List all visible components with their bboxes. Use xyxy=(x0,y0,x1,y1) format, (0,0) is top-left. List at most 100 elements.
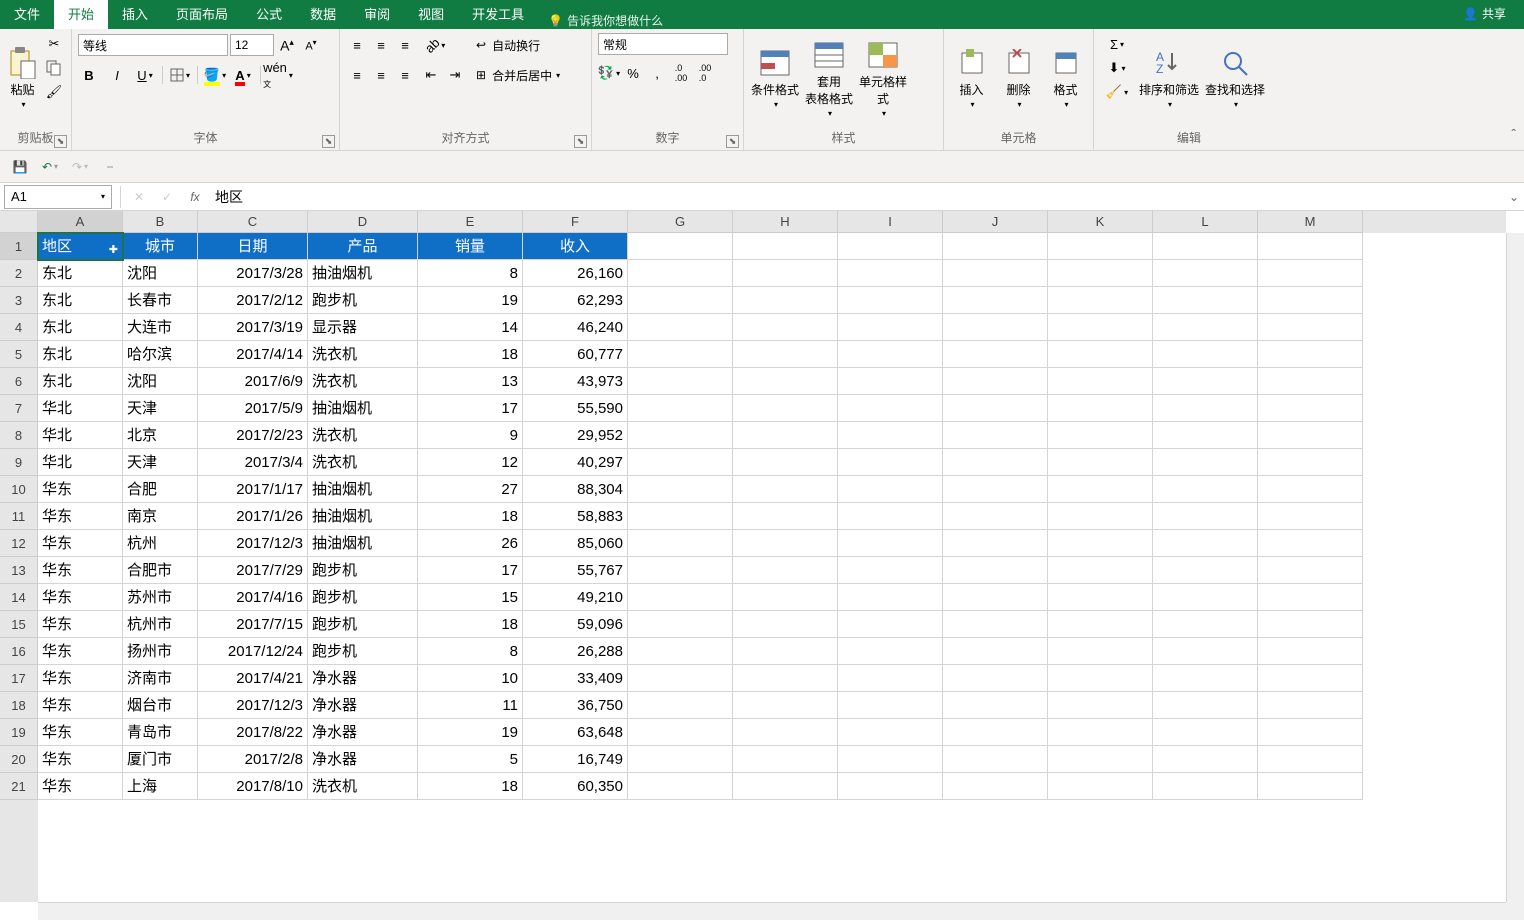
tab-developer[interactable]: 开发工具 xyxy=(458,0,538,29)
cell[interactable]: 华东 xyxy=(38,476,123,503)
cell[interactable] xyxy=(628,422,733,449)
cell[interactable] xyxy=(1153,422,1258,449)
cell[interactable] xyxy=(628,395,733,422)
align-middle-button[interactable]: ≡ xyxy=(370,34,392,56)
cell[interactable] xyxy=(943,503,1048,530)
cell[interactable]: 27 xyxy=(418,476,523,503)
cell[interactable]: 大连市 xyxy=(123,314,198,341)
cell[interactable] xyxy=(838,530,943,557)
cell[interactable] xyxy=(1258,368,1363,395)
cell[interactable]: 东北 xyxy=(38,341,123,368)
cell[interactable]: 天津 xyxy=(123,449,198,476)
cell[interactable] xyxy=(733,503,838,530)
cell[interactable] xyxy=(943,260,1048,287)
cell[interactable] xyxy=(1048,233,1153,260)
cell[interactable] xyxy=(943,287,1048,314)
cell[interactable] xyxy=(1048,368,1153,395)
cell[interactable] xyxy=(838,260,943,287)
cell[interactable]: 19 xyxy=(418,287,523,314)
row-header[interactable]: 8 xyxy=(0,422,38,449)
cell[interactable]: 2017/6/9 xyxy=(198,368,308,395)
cell[interactable] xyxy=(733,368,838,395)
cell[interactable] xyxy=(628,341,733,368)
cell[interactable] xyxy=(628,287,733,314)
tab-file[interactable]: 文件 xyxy=(0,0,54,29)
align-right-button[interactable]: ≡ xyxy=(394,64,416,86)
cell[interactable]: 2017/12/3 xyxy=(198,692,308,719)
cell[interactable]: 净水器 xyxy=(308,692,418,719)
increase-indent-button[interactable]: ⇥ xyxy=(444,64,466,86)
row-header[interactable]: 6 xyxy=(0,368,38,395)
align-center-button[interactable]: ≡ xyxy=(370,64,392,86)
cell[interactable] xyxy=(943,422,1048,449)
merge-center-button[interactable]: ⊞ 合并后居中 ▾ xyxy=(476,63,560,87)
phonetic-button[interactable]: wén文▾ xyxy=(267,64,289,86)
cut-button[interactable]: ✂ xyxy=(43,33,65,55)
cell[interactable] xyxy=(943,692,1048,719)
cell[interactable]: 2017/4/21 xyxy=(198,665,308,692)
cell[interactable] xyxy=(733,584,838,611)
cell[interactable]: 13 xyxy=(418,368,523,395)
clear-button[interactable]: 🧹▾ xyxy=(1100,81,1134,103)
cell[interactable]: 58,883 xyxy=(523,503,628,530)
tab-review[interactable]: 审阅 xyxy=(350,0,404,29)
cell[interactable]: 2017/12/3 xyxy=(198,530,308,557)
cell[interactable]: 杭州 xyxy=(123,530,198,557)
cell[interactable]: 扬州市 xyxy=(123,638,198,665)
cell[interactable]: 8 xyxy=(418,638,523,665)
cell[interactable]: 抽油烟机 xyxy=(308,476,418,503)
cell[interactable] xyxy=(1153,611,1258,638)
cell[interactable]: 城市 xyxy=(123,233,198,260)
cell[interactable] xyxy=(1153,746,1258,773)
cell[interactable] xyxy=(943,395,1048,422)
name-box[interactable]: A1 ▾ xyxy=(4,185,112,209)
column-header[interactable]: J xyxy=(943,211,1048,233)
cell[interactable]: 销量 xyxy=(418,233,523,260)
sort-filter-button[interactable]: AZ 排序和筛选▾ xyxy=(1138,33,1200,123)
cell[interactable] xyxy=(1258,314,1363,341)
increase-decimal-button[interactable]: .0.00 xyxy=(670,62,692,84)
save-button[interactable]: 💾 xyxy=(8,155,32,179)
cell[interactable] xyxy=(838,692,943,719)
cell[interactable]: 2017/7/15 xyxy=(198,611,308,638)
cell[interactable] xyxy=(1258,557,1363,584)
cell[interactable]: 15 xyxy=(418,584,523,611)
cell[interactable] xyxy=(1153,584,1258,611)
cell[interactable]: 40,297 xyxy=(523,449,628,476)
cell[interactable] xyxy=(628,233,733,260)
cell[interactable]: 2017/2/12 xyxy=(198,287,308,314)
clipboard-launcher[interactable]: ⬊ xyxy=(54,135,67,148)
cell[interactable]: 抽油烟机 xyxy=(308,503,418,530)
cell[interactable]: 华东 xyxy=(38,719,123,746)
cell[interactable]: 2017/1/26 xyxy=(198,503,308,530)
cell[interactable]: 2017/12/24 xyxy=(198,638,308,665)
cell[interactable]: 43,973 xyxy=(523,368,628,395)
cell[interactable]: 2017/5/9 xyxy=(198,395,308,422)
cell[interactable] xyxy=(943,557,1048,584)
increase-font-button[interactable]: A▴ xyxy=(276,34,298,56)
cell[interactable]: 2017/8/10 xyxy=(198,773,308,800)
cell[interactable]: 华东 xyxy=(38,746,123,773)
cell[interactable]: 东北 xyxy=(38,260,123,287)
cell[interactable] xyxy=(628,665,733,692)
undo-button[interactable]: ↶▾ xyxy=(38,155,62,179)
cell[interactable]: 跑步机 xyxy=(308,557,418,584)
cell[interactable]: 16,749 xyxy=(523,746,628,773)
cell[interactable]: 合肥市 xyxy=(123,557,198,584)
cell[interactable] xyxy=(733,638,838,665)
cell[interactable]: 东北 xyxy=(38,368,123,395)
find-select-button[interactable]: 查找和选择▾ xyxy=(1204,33,1266,123)
cell[interactable]: 55,767 xyxy=(523,557,628,584)
number-format-select[interactable] xyxy=(598,33,728,55)
tab-data[interactable]: 数据 xyxy=(296,0,350,29)
cell[interactable] xyxy=(1048,260,1153,287)
cell[interactable] xyxy=(1048,395,1153,422)
cell[interactable] xyxy=(1258,503,1363,530)
cell[interactable]: 2017/2/23 xyxy=(198,422,308,449)
decrease-font-button[interactable]: A▾ xyxy=(300,34,322,56)
delete-cells-button[interactable]: 删除▾ xyxy=(997,33,1040,123)
cell[interactable]: 跑步机 xyxy=(308,611,418,638)
bold-button[interactable]: B xyxy=(78,64,100,86)
cell[interactable]: 5 xyxy=(418,746,523,773)
cell[interactable] xyxy=(733,557,838,584)
